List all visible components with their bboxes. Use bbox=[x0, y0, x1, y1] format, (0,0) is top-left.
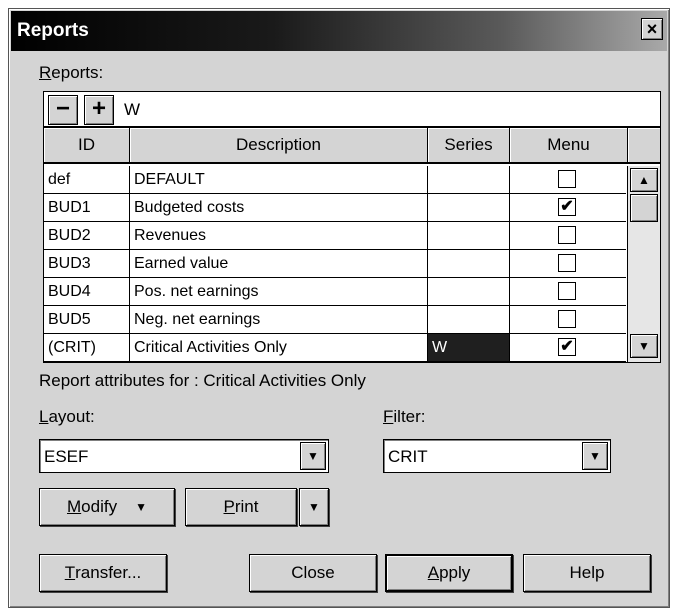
edit-row: − + W bbox=[44, 92, 660, 128]
menu-checkbox[interactable] bbox=[558, 170, 576, 188]
title-bar: Reports × bbox=[11, 11, 667, 51]
cell-description[interactable]: Revenues bbox=[130, 222, 428, 249]
cell-menu[interactable] bbox=[510, 306, 626, 333]
cell-series[interactable]: W bbox=[428, 334, 510, 361]
cell-menu[interactable]: ✔ bbox=[510, 334, 626, 361]
apply-button[interactable]: Apply bbox=[385, 554, 513, 592]
reports-label: Reports: bbox=[39, 63, 104, 82]
cell-menu[interactable] bbox=[510, 250, 626, 277]
menu-checkbox[interactable]: ✔ bbox=[558, 338, 576, 356]
table-row[interactable]: BUD5 Neg. net earnings bbox=[44, 306, 626, 334]
cell-series[interactable] bbox=[428, 194, 510, 221]
column-header-row: ID Description Series Menu bbox=[44, 128, 660, 164]
table-row[interactable]: BUD3 Earned value bbox=[44, 250, 626, 278]
cell-description[interactable]: DEFAULT bbox=[130, 166, 428, 193]
layout-value: ESEF bbox=[44, 447, 89, 466]
table-row[interactable]: def DEFAULT bbox=[44, 166, 626, 194]
report-attributes-text: Report attributes for : Critical Activit… bbox=[39, 371, 366, 390]
menu-checkbox[interactable] bbox=[558, 226, 576, 244]
cell-id[interactable]: def bbox=[44, 166, 130, 193]
column-header-spacer bbox=[628, 128, 660, 162]
transfer-button[interactable]: Transfer... bbox=[39, 554, 167, 592]
layout-select[interactable]: ESEF ▼ bbox=[39, 439, 329, 473]
cell-id[interactable]: BUD4 bbox=[44, 278, 130, 305]
window-title: Reports bbox=[17, 20, 89, 41]
cell-edit-input[interactable]: W bbox=[124, 100, 140, 120]
menu-checkbox[interactable]: ✔ bbox=[558, 198, 576, 216]
print-dropdown-button[interactable]: ▼ bbox=[299, 488, 329, 526]
cell-series[interactable] bbox=[428, 278, 510, 305]
cell-series[interactable] bbox=[428, 166, 510, 193]
cell-series[interactable] bbox=[428, 306, 510, 333]
cell-description[interactable]: Neg. net earnings bbox=[130, 306, 428, 333]
cell-id[interactable]: (CRIT) bbox=[44, 334, 130, 361]
column-header-series[interactable]: Series bbox=[428, 128, 510, 162]
scroll-down-icon[interactable]: ▼ bbox=[630, 334, 658, 358]
column-header-menu[interactable]: Menu bbox=[510, 128, 628, 162]
reports-grid: − + W ID Description Series Menu def DEFA… bbox=[43, 91, 661, 363]
cell-description[interactable]: Critical Activities Only bbox=[130, 334, 428, 361]
cell-series[interactable] bbox=[428, 250, 510, 277]
menu-checkbox[interactable] bbox=[558, 282, 576, 300]
close-icon[interactable]: × bbox=[641, 18, 663, 40]
cell-description[interactable]: Budgeted costs bbox=[130, 194, 428, 221]
add-row-button[interactable]: + bbox=[84, 95, 114, 125]
help-button[interactable]: Help bbox=[523, 554, 651, 592]
filter-value: CRIT bbox=[388, 447, 428, 466]
modify-dropdown-icon: ▼ bbox=[135, 500, 147, 514]
cell-id[interactable]: BUD5 bbox=[44, 306, 130, 333]
cell-menu[interactable] bbox=[510, 222, 626, 249]
close-button[interactable]: Close bbox=[249, 554, 377, 592]
cell-description[interactable]: Earned value bbox=[130, 250, 428, 277]
modify-button[interactable]: Modify ▼ bbox=[39, 488, 175, 526]
report-rows: def DEFAULT BUD1 Budgeted costs ✔ BUD2 Revenue… bbox=[44, 166, 660, 362]
scroll-thumb[interactable] bbox=[630, 194, 658, 222]
chevron-down-icon[interactable]: ▼ bbox=[582, 442, 608, 470]
cell-menu[interactable] bbox=[510, 166, 626, 193]
table-row[interactable]: (CRIT) Critical Activities Only W ✔ bbox=[44, 334, 626, 362]
chevron-down-icon: ▼ bbox=[308, 500, 320, 514]
filter-select[interactable]: CRIT ▼ bbox=[383, 439, 611, 473]
table-row[interactable]: BUD2 Revenues bbox=[44, 222, 626, 250]
cell-menu[interactable] bbox=[510, 278, 626, 305]
chevron-down-icon[interactable]: ▼ bbox=[300, 442, 326, 470]
scroll-up-icon[interactable]: ▲ bbox=[630, 168, 658, 192]
layout-label: Layout: bbox=[39, 407, 95, 426]
menu-checkbox[interactable] bbox=[558, 310, 576, 328]
cell-series[interactable] bbox=[428, 222, 510, 249]
cell-id[interactable]: BUD2 bbox=[44, 222, 130, 249]
print-button[interactable]: Print bbox=[185, 488, 297, 526]
menu-checkbox[interactable] bbox=[558, 254, 576, 272]
table-row[interactable]: BUD1 Budgeted costs ✔ bbox=[44, 194, 626, 222]
column-header-id[interactable]: ID bbox=[44, 128, 130, 162]
cell-id[interactable]: BUD1 bbox=[44, 194, 130, 221]
cell-id[interactable]: BUD3 bbox=[44, 250, 130, 277]
reports-dialog: Reports × Reports: − + W ID Description … bbox=[8, 8, 670, 608]
remove-row-button[interactable]: − bbox=[48, 95, 78, 125]
cell-menu[interactable]: ✔ bbox=[510, 194, 626, 221]
filter-label: Filter: bbox=[383, 407, 426, 426]
vertical-scrollbar[interactable]: ▲ ▼ bbox=[627, 166, 660, 362]
column-header-description[interactable]: Description bbox=[130, 128, 428, 162]
table-row[interactable]: BUD4 Pos. net earnings bbox=[44, 278, 626, 306]
cell-description[interactable]: Pos. net earnings bbox=[130, 278, 428, 305]
